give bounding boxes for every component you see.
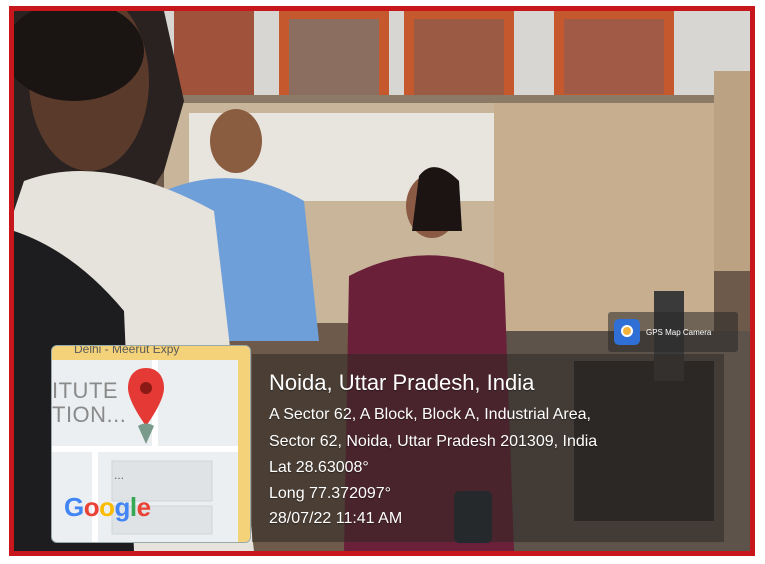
location-title: Noida, Uttar Pradesh, India [269,370,535,395]
google-letter-6: e [136,492,151,522]
address-line-1: A Sector 62, A Block, Block A, Industria… [269,406,591,423]
gps-map-camera-badge: GPS Map Camera [608,312,738,352]
gps-map-camera-icon [614,319,640,345]
image-frame: GPS Map Camera Delhi - Meerut Expy ITUTE… [0,0,765,564]
google-letter-1: G [64,492,84,522]
map-poi-line1: ITUTE [52,378,119,403]
location-pin-icon [128,368,164,444]
location-map-thumbnail: Delhi - Meerut Expy ITUTE TION... ... Goo… [51,345,251,543]
google-letter-5: l [129,492,137,522]
google-logo: Google [64,492,151,523]
latitude: Lat 28.63008° [269,459,369,476]
map-road-label: Delhi - Meerut Expy [74,345,180,356]
address-line-2: Sector 62, Noida, Uttar Pradesh 201309, … [269,433,598,450]
google-letter-3: o [99,492,115,522]
map-poi-label: ITUTE TION... [52,379,126,427]
longitude: Long 77.372097° [269,485,392,502]
datetime-stamp: 28/07/22 11:41 AM [269,510,403,527]
geotagged-photo: GPS Map Camera Delhi - Meerut Expy ITUTE… [9,6,755,556]
map-poi-line2: TION... [52,402,127,427]
location-info-panel: Noida, Uttar Pradesh, India A Sector 62,… [252,354,724,542]
gps-badge-label: GPS Map Camera [646,327,712,337]
map-dots: ... [114,468,125,482]
google-letter-4: g [114,492,131,522]
google-letter-2: o [83,492,100,522]
